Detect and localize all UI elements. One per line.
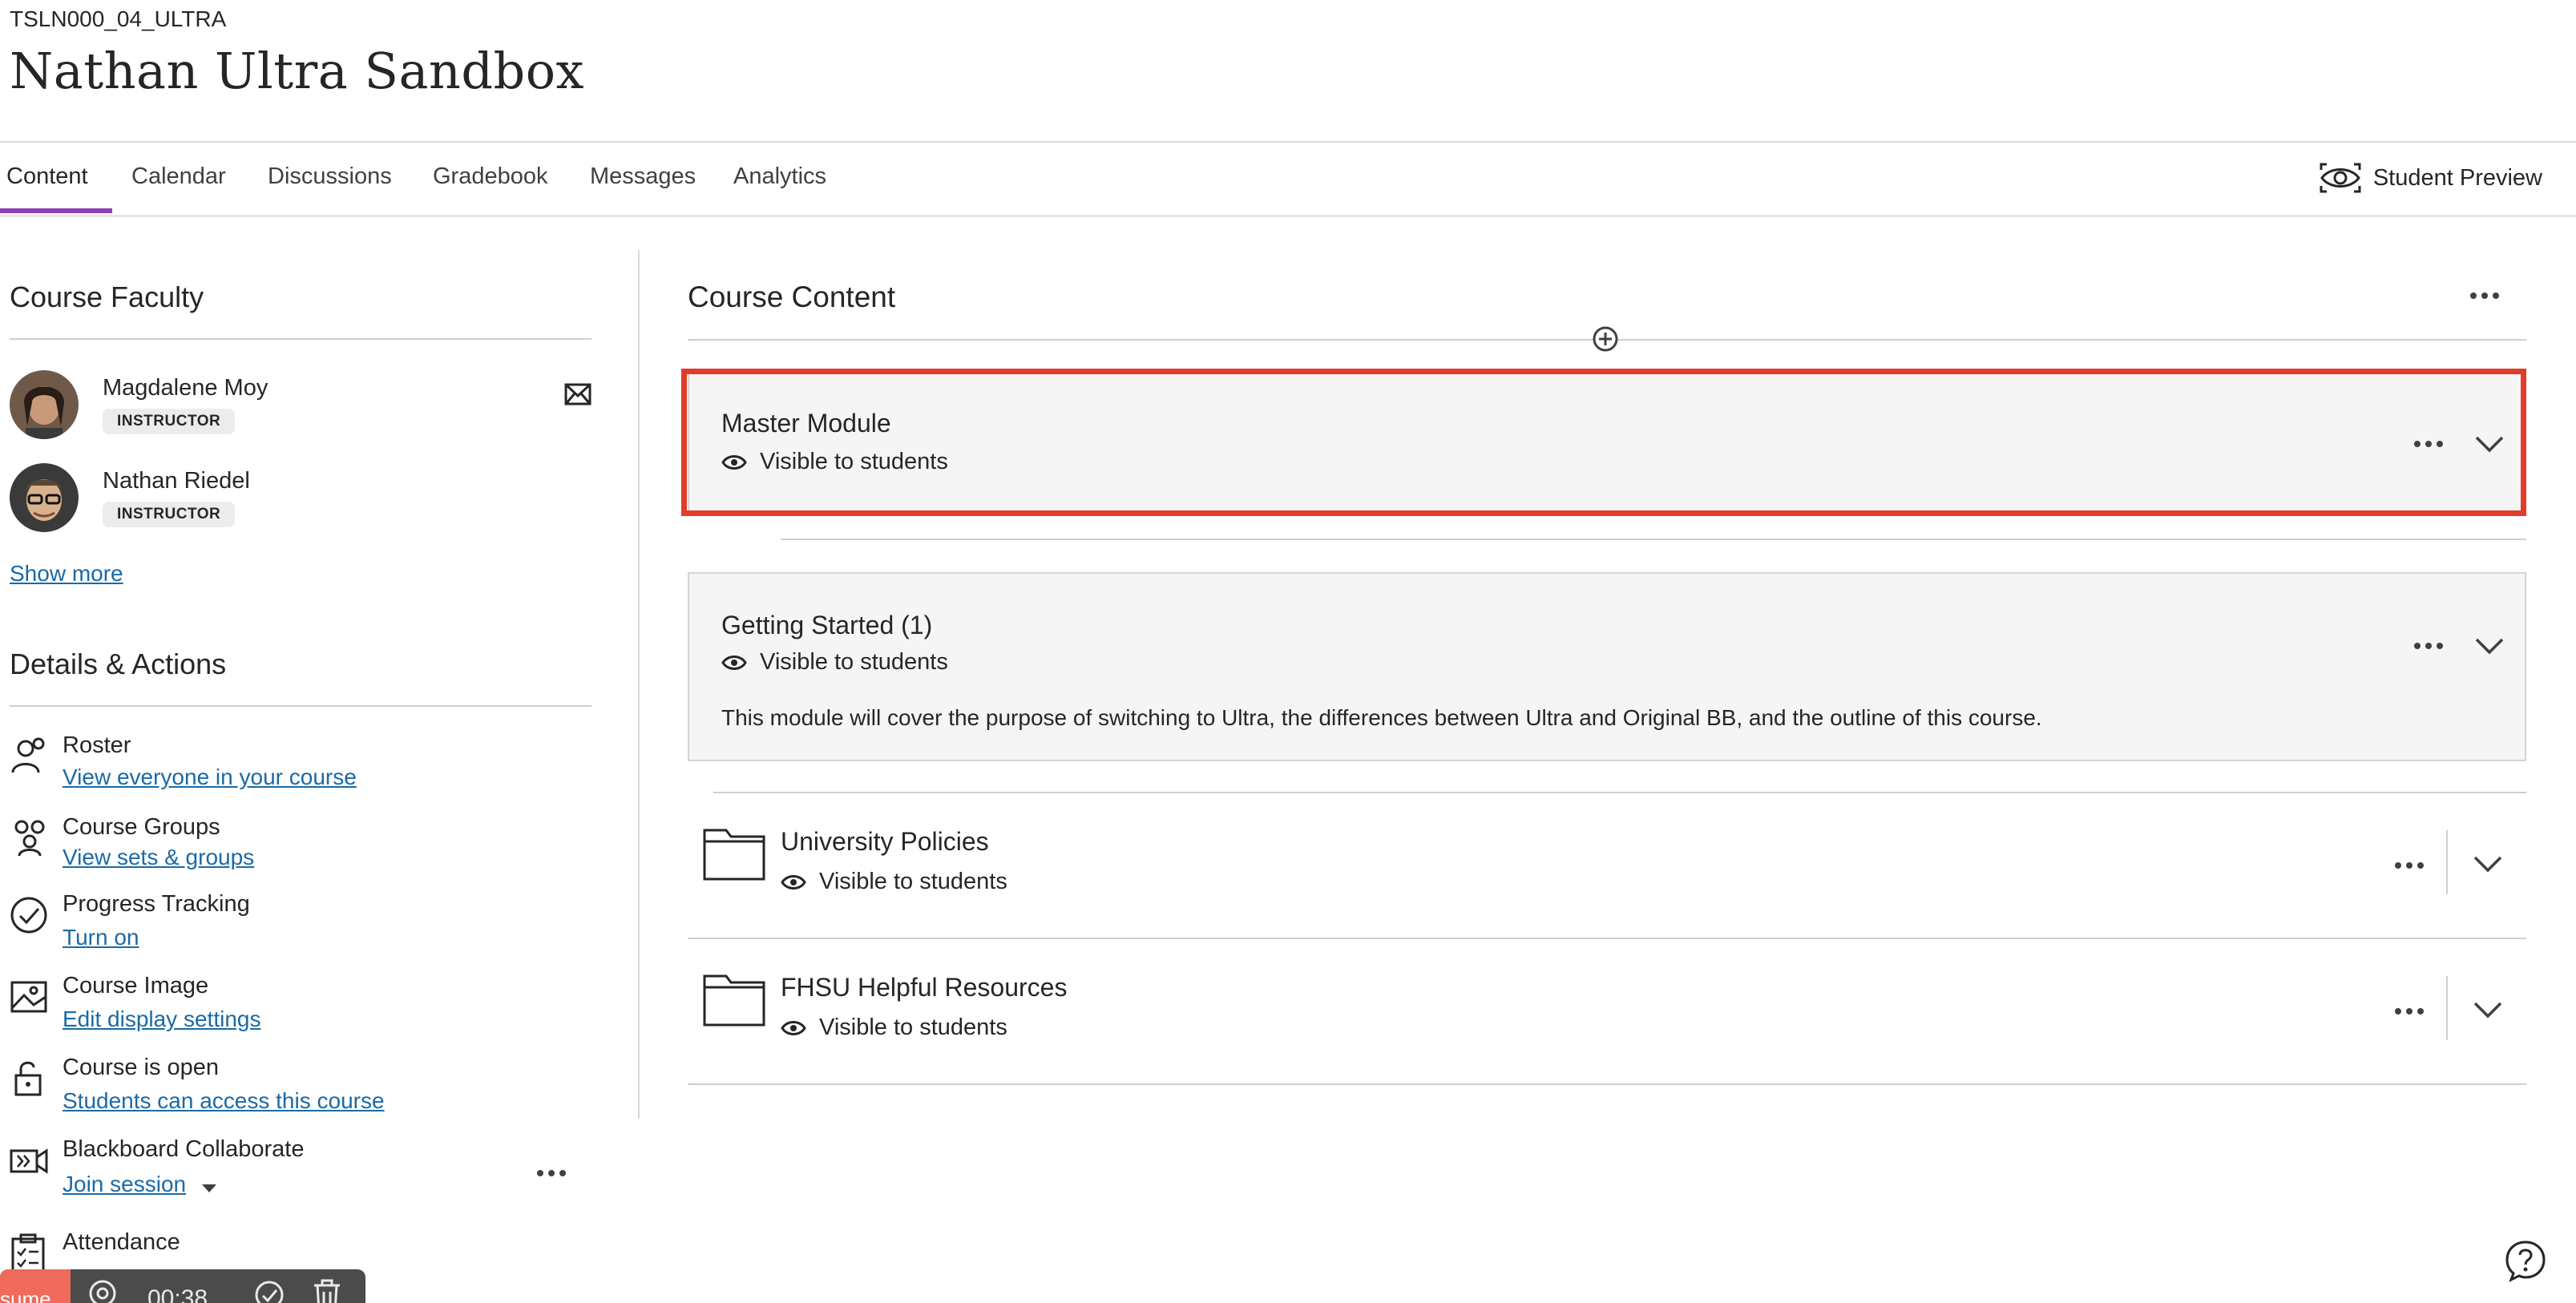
chevron-down-icon[interactable] (2472, 854, 2504, 875)
row-divider (688, 1083, 2526, 1085)
course-open-action: Course is open Students can access this … (10, 1055, 592, 1127)
tab-discussions[interactable]: Discussions (268, 163, 392, 190)
record-icon[interactable] (87, 1277, 119, 1303)
collaborate-icon (10, 1148, 48, 1174)
highlight-box (681, 369, 2526, 516)
attendance-label: Attendance (63, 1229, 180, 1255)
course-groups-label: Course Groups (63, 814, 220, 840)
student-preview-label: Student Preview (2372, 164, 2542, 191)
getting-started-module[interactable]: Getting Started (1) Visible to students … (688, 572, 2526, 761)
folder-title[interactable]: University Policies (781, 827, 989, 857)
faculty-member: Magdalene Moy INSTRUCTOR (10, 370, 592, 442)
tab-calendar[interactable]: Calendar (131, 163, 226, 190)
course-open-label: Course is open (63, 1055, 220, 1080)
roster-action: Roster View everyone in your course (10, 732, 592, 805)
roster-label: Roster (63, 732, 131, 758)
module-title[interactable]: Getting Started (1) (721, 611, 932, 640)
more-options-icon[interactable] (2393, 1003, 2425, 1019)
course-tabs: Content Calendar Discussions Gradebook M… (0, 143, 2576, 216)
unlock-icon (14, 1061, 42, 1096)
more-options-icon[interactable] (535, 1167, 567, 1180)
vertical-divider (2446, 830, 2448, 894)
roster-icon (11, 737, 45, 773)
visibility-status[interactable]: Visible to students (781, 1015, 1007, 1041)
progress-tracking-label: Progress Tracking (63, 891, 250, 917)
tab-analytics[interactable]: Analytics (733, 163, 826, 190)
visibility-status[interactable]: Visible to students (781, 869, 1007, 895)
show-more-link[interactable]: Show more (10, 561, 123, 587)
faculty-member: Nathan Riedel INSTRUCTOR (10, 463, 592, 535)
avatar[interactable] (10, 463, 79, 532)
vertical-divider (2446, 976, 2448, 1040)
visibility-label: Visible to students (760, 649, 948, 675)
help-icon[interactable] (2504, 1239, 2547, 1282)
course-content-heading: Course Content (688, 280, 896, 313)
chevron-down-icon[interactable] (2472, 1000, 2504, 1021)
progress-tracking-link[interactable]: Turn on (63, 925, 139, 950)
faculty-name[interactable]: Magdalene Moy (103, 375, 268, 401)
course-groups-link[interactable]: View sets & groups (63, 845, 254, 870)
avatar[interactable] (10, 370, 79, 439)
course-id: TSLN000_04_ULTRA (10, 6, 227, 31)
more-options-icon[interactable] (2469, 284, 2501, 308)
faculty-divider (10, 338, 592, 340)
groups-icon (14, 820, 45, 857)
image-icon (10, 981, 47, 1013)
course-title: Nathan Ultra Sandbox (10, 42, 585, 100)
panel-divider (638, 250, 640, 1119)
folder-icon (703, 829, 765, 881)
chevron-down-icon[interactable] (2473, 636, 2505, 657)
eye-icon (781, 874, 806, 890)
tab-gradebook[interactable]: Gradebook (433, 163, 548, 190)
caret-down-icon[interactable] (200, 1183, 218, 1194)
eye-icon (721, 655, 747, 670)
module-description: This module will cover the purpose of sw… (721, 705, 2042, 730)
mail-icon[interactable] (564, 383, 592, 405)
row-divider (688, 938, 2526, 939)
course-image-label: Course Image (63, 973, 209, 998)
tab-content[interactable]: Content (6, 163, 88, 190)
role-badge: INSTRUCTOR (103, 502, 236, 527)
role-badge: INSTRUCTOR (103, 409, 236, 434)
more-options-icon[interactable] (2412, 638, 2445, 654)
student-preview-button[interactable]: Student Preview (2319, 162, 2542, 194)
attendance-icon (11, 1233, 45, 1273)
recording-timer: 00:38 (147, 1285, 208, 1303)
eye-preview-icon (2320, 163, 2361, 193)
folder-title[interactable]: FHSU Helpful Resources (781, 973, 1067, 1002)
course-image-link[interactable]: Edit display settings (63, 1006, 260, 1032)
check-circle-icon[interactable] (253, 1279, 285, 1303)
add-content-icon[interactable] (1592, 325, 1619, 353)
trash-icon[interactable] (311, 1277, 343, 1303)
eye-icon (781, 1020, 806, 1035)
recorder-toolbar[interactable]: sume 00:38 (0, 1269, 365, 1303)
join-session-link[interactable]: Join session (63, 1172, 186, 1197)
tabs-divider (0, 215, 2576, 217)
collaborate-label: Blackboard Collaborate (63, 1136, 305, 1162)
details-actions-heading: Details & Actions (10, 647, 227, 680)
course-open-link[interactable]: Students can access this course (63, 1088, 385, 1114)
tab-messages[interactable]: Messages (590, 163, 696, 190)
details-divider (10, 705, 592, 707)
resume-button[interactable]: sume (0, 1269, 71, 1303)
visibility-label: Visible to students (819, 869, 1007, 894)
visibility-label: Visible to students (819, 1015, 1007, 1040)
roster-link[interactable]: View everyone in your course (63, 764, 357, 790)
row-divider (781, 539, 2526, 540)
progress-tracking-action: Progress Tracking Turn on (10, 891, 592, 963)
course-groups-action: Course Groups View sets & groups (10, 814, 592, 886)
folder-icon (703, 974, 765, 1027)
faculty-name[interactable]: Nathan Riedel (103, 468, 250, 494)
visibility-status[interactable]: Visible to students (721, 649, 948, 676)
active-tab-indicator (0, 208, 112, 213)
row-divider (713, 792, 2526, 793)
course-image-action: Course Image Edit display settings (10, 973, 592, 1045)
more-options-icon[interactable] (2393, 857, 2425, 873)
check-circle-icon (10, 897, 47, 934)
course-faculty-heading: Course Faculty (10, 280, 204, 313)
collaborate-action: Blackboard Collaborate Join session (10, 1136, 592, 1208)
